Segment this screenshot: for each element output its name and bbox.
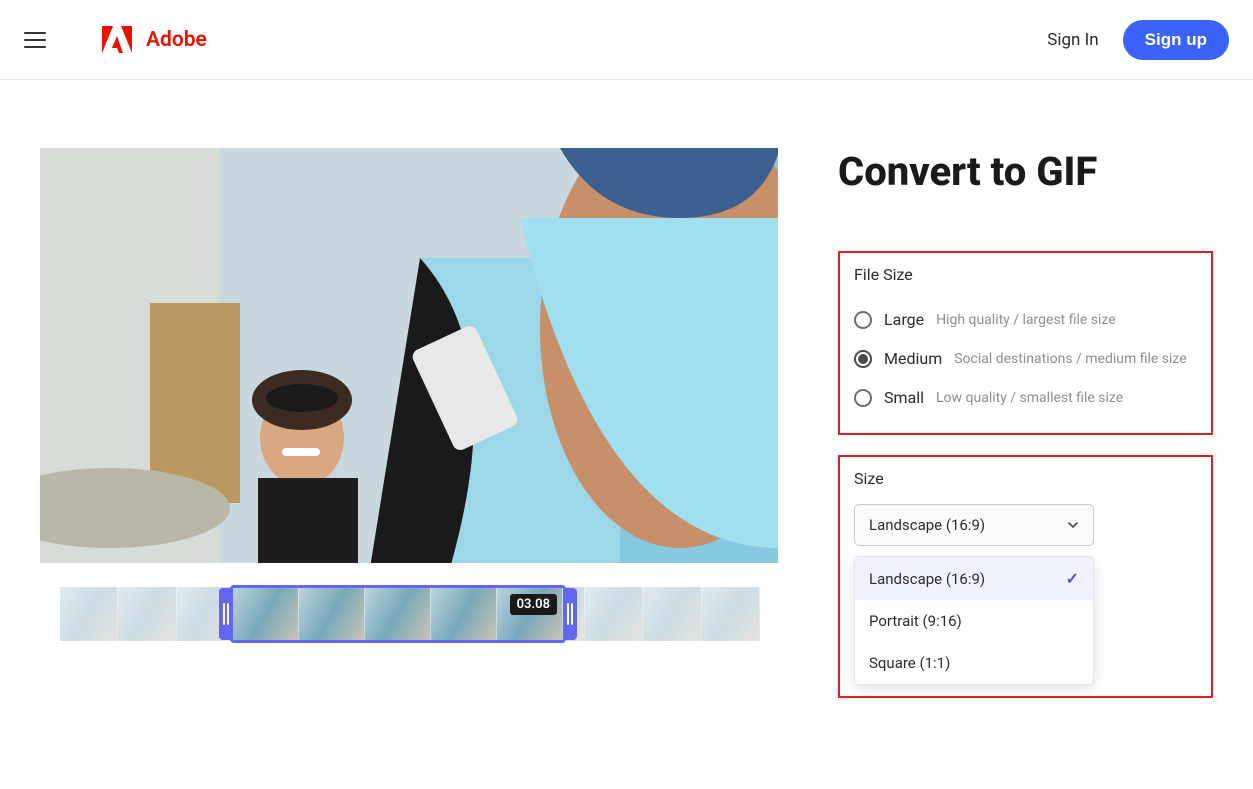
file-size-label: File Size [854,265,1197,284]
header-left: Adobe [24,26,207,54]
check-icon: ✓ [1066,569,1079,588]
size-dropdown: Landscape (16:9) ✓ Portrait (9:16) Squar… [854,556,1094,685]
video-preview[interactable] [40,148,778,563]
header: Adobe Sign In Sign up [0,0,1253,80]
chevron-down-icon [1067,519,1079,531]
size-select-trigger[interactable]: Landscape (16:9) [854,504,1094,546]
file-size-option-small[interactable]: Small Low quality / smallest file size [854,378,1197,417]
size-select-value: Landscape (16:9) [869,516,985,534]
dropdown-item-label: Landscape (16:9) [869,570,985,588]
settings-panel: Convert to GIF File Size Large High qual… [838,148,1213,718]
size-label: Size [854,469,1197,488]
adobe-logo-icon [102,26,132,54]
sign-in-link[interactable]: Sign In [1047,30,1098,50]
radio-icon [854,311,872,329]
dropdown-item-label: Portrait (9:16) [869,612,962,630]
size-option-square[interactable]: Square (1:1) [855,642,1093,684]
file-size-panel: File Size Large High quality / largest f… [838,251,1213,435]
radio-label: Medium [884,349,942,368]
adobe-logo[interactable]: Adobe [102,26,207,54]
duration-badge: 03.08 [510,594,557,615]
brand-name: Adobe [146,28,207,52]
trim-handle-left[interactable] [223,603,229,625]
radio-icon [854,350,872,368]
radio-label: Large [884,310,924,329]
page-title: Convert to GIF [838,148,1213,195]
size-option-landscape[interactable]: Landscape (16:9) ✓ [855,557,1093,600]
size-select: Landscape (16:9) Landscape (16:9) ✓ Port… [854,504,1197,546]
video-timeline[interactable]: 03.08 [60,587,760,641]
sign-up-button[interactable]: Sign up [1123,20,1229,60]
file-size-option-medium[interactable]: Medium Social destinations / medium file… [854,339,1197,378]
timeline-selection[interactable]: 03.08 [230,585,566,643]
editor-left: 03.08 [40,148,778,718]
size-panel: Size Landscape (16:9) Landscape (16:9) ✓… [838,455,1213,698]
radio-desc: Social destinations / medium file size [954,351,1186,367]
menu-icon[interactable] [24,32,46,48]
radio-desc: Low quality / smallest file size [936,390,1123,406]
header-right: Sign In Sign up [1047,20,1229,60]
radio-icon [854,389,872,407]
file-size-option-large[interactable]: Large High quality / largest file size [854,300,1197,339]
main-content: 03.08 Convert to GIF File Size Large Hig… [0,80,1253,718]
trim-handle-right[interactable] [567,603,573,625]
size-option-portrait[interactable]: Portrait (9:16) [855,600,1093,642]
radio-desc: High quality / largest file size [936,312,1116,328]
radio-label: Small [884,388,924,407]
dropdown-item-label: Square (1:1) [869,654,950,672]
